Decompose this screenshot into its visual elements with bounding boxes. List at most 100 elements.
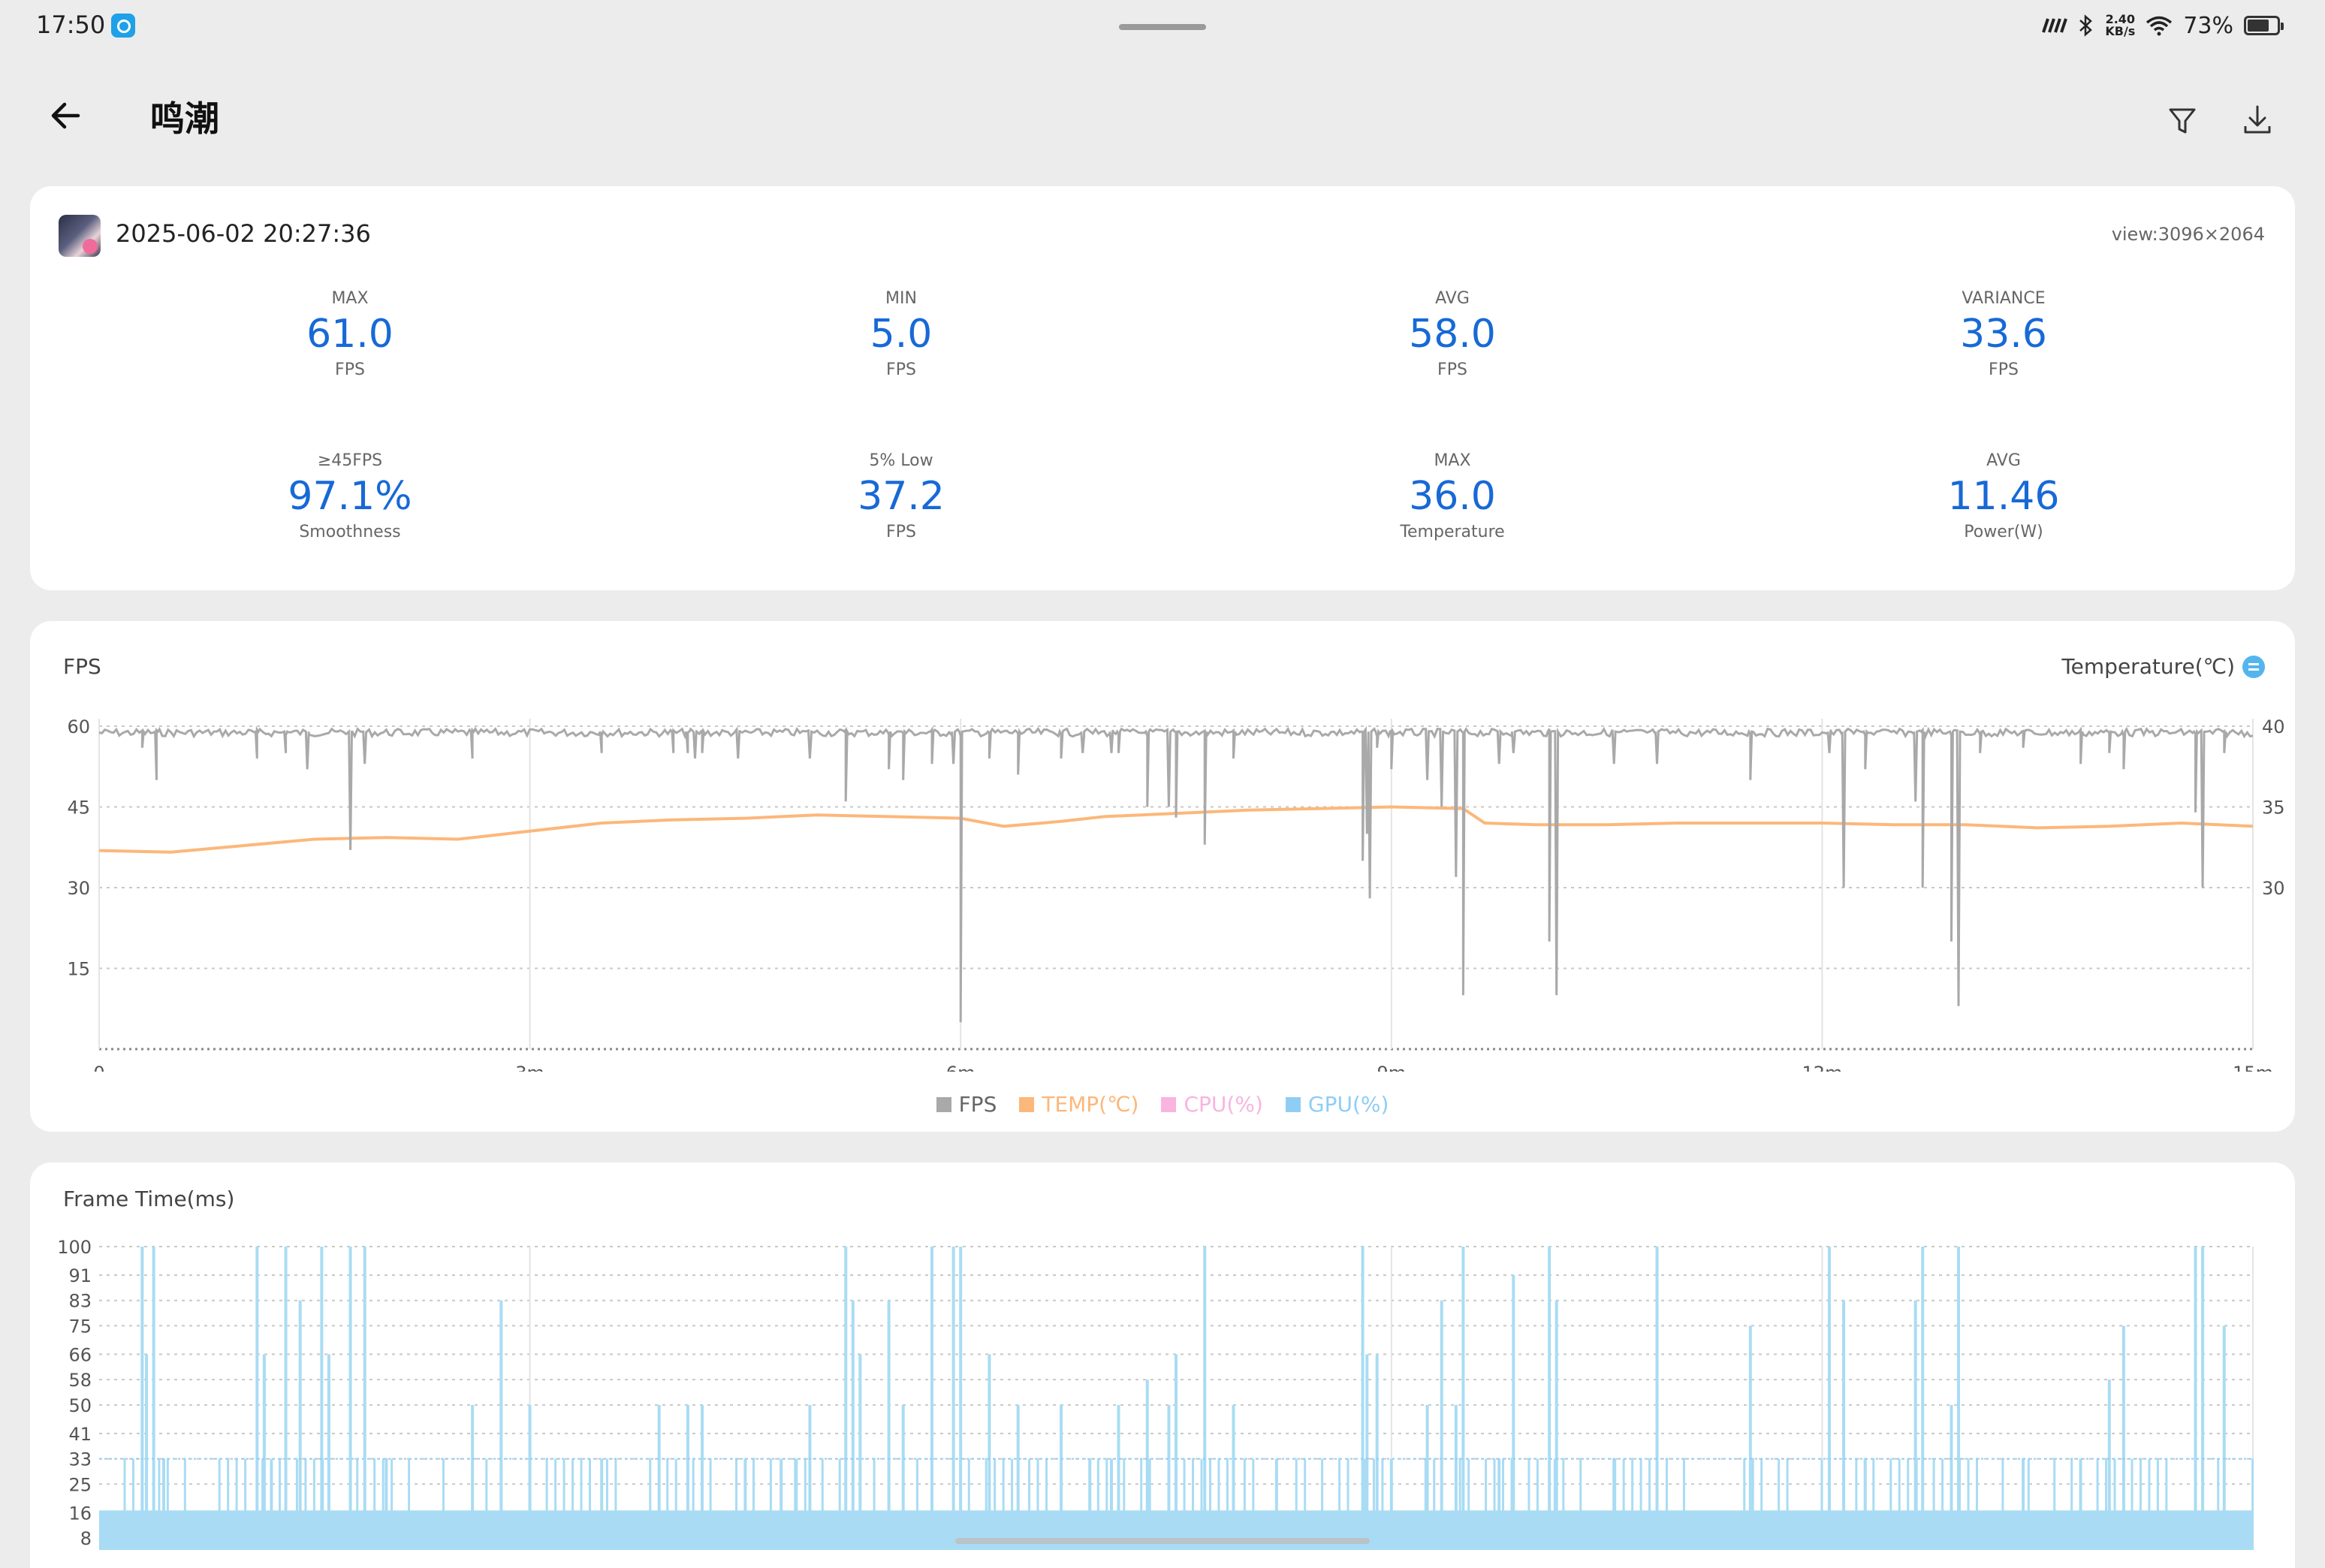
- drag-handle[interactable]: [1119, 24, 1206, 30]
- x-tick-label: 3m: [515, 1063, 544, 1072]
- frame-time-spike: [528, 1404, 532, 1550]
- stat-max-temperature: MAX 36.0 Temperature: [1317, 451, 1588, 544]
- frame-time-bar: [2001, 1458, 2004, 1550]
- home-indicator[interactable]: [955, 1538, 1370, 1544]
- y-tick-label: 15: [67, 959, 90, 980]
- frame-time-bar: [1372, 1458, 1375, 1550]
- frame-time-bar: [391, 1458, 394, 1550]
- stat-unit: Temperature: [1400, 523, 1505, 541]
- frame-time-spike: [743, 1458, 747, 1550]
- stat-variance: VARIANCE 33.6 FPS: [1868, 288, 2139, 381]
- legend-label: CPU(%): [1184, 1092, 1263, 1117]
- x-tick-label: 9m: [1377, 1063, 1406, 1072]
- net-speed: 2.40 KB/s: [2105, 14, 2135, 38]
- frame-time-bar: [804, 1458, 807, 1550]
- x-tick-label: 12m: [1802, 1063, 1842, 1072]
- frame-time-bar: [356, 1458, 359, 1550]
- download-icon[interactable]: [2236, 99, 2278, 141]
- frame-time-spike: [298, 1300, 302, 1550]
- frame-time-bar: [692, 1458, 695, 1550]
- frame-time-bar: [735, 1458, 738, 1550]
- back-arrow-icon[interactable]: [45, 93, 90, 138]
- net-speed-unit: KB/s: [2105, 24, 2136, 38]
- frame-time-bar: [1743, 1458, 1746, 1550]
- frame-time-bar: [1665, 1458, 1668, 1550]
- frame-time-bar: [1562, 1458, 1565, 1550]
- stat-label: AVG: [1435, 289, 1470, 308]
- frame-time-bar: [2105, 1458, 2108, 1550]
- frame-time-bar: [985, 1458, 988, 1550]
- y2-tick-label: 40: [2262, 716, 2285, 737]
- frame-time-bar: [2053, 1458, 2056, 1550]
- frame-time-bar: [649, 1458, 652, 1550]
- frame-time-spike: [959, 1247, 963, 1550]
- frame-time-bar: [1226, 1458, 1229, 1550]
- stat-value: 33.6: [1960, 312, 2047, 357]
- frame-time-spike: [1145, 1380, 1149, 1550]
- legend-swatch: [1285, 1096, 1301, 1112]
- frame-time-bar: [1192, 1458, 1195, 1550]
- frame-time-spike: [1921, 1247, 1925, 1550]
- legend-temp[interactable]: TEMP(℃): [1019, 1092, 1138, 1117]
- frame-time-bar: [1485, 1458, 1488, 1550]
- legend-cpu[interactable]: CPU(%): [1161, 1092, 1263, 1117]
- y-tick-label: 91: [68, 1265, 92, 1286]
- battery-icon: [2244, 16, 2284, 35]
- frame-time-spike: [270, 1458, 273, 1550]
- page-header: 鸣潮: [0, 83, 2325, 150]
- frame-time-bar: [1295, 1458, 1298, 1550]
- frame-time-bar: [1252, 1458, 1255, 1550]
- frame-time-spike: [780, 1458, 783, 1550]
- frame-time-spike: [1548, 1247, 1552, 1550]
- frame-time-bar: [1682, 1458, 1685, 1550]
- frame-time-spike: [794, 1458, 798, 1550]
- frame-time-bar: [1028, 1458, 1031, 1550]
- frame-time-spike: [1389, 1458, 1393, 1550]
- legend-label: TEMP(℃): [1042, 1092, 1139, 1117]
- frame-time-bar: [1872, 1458, 1875, 1550]
- stat-value: 5.0: [870, 312, 933, 357]
- frame-time-bar: [1631, 1458, 1634, 1550]
- frame-time-spike: [686, 1404, 689, 1550]
- frame-time-bar: [1778, 1458, 1781, 1550]
- stat-label: MIN: [885, 289, 917, 308]
- frame-time-spike: [1950, 1404, 1953, 1550]
- frame-time-bar: [2165, 1458, 2168, 1550]
- frame-time-bar: [1932, 1458, 1935, 1550]
- frame-time-bar: [821, 1458, 824, 1550]
- frame-time-bar: [373, 1458, 376, 1550]
- stat-unit: FPS: [886, 523, 916, 541]
- y-tick-label: 83: [68, 1291, 92, 1312]
- frame-time-bar: [1941, 1458, 1944, 1550]
- frame-time-bar: [279, 1458, 281, 1550]
- frame-time-bar: [1321, 1458, 1324, 1550]
- x-tick-label: 6m: [946, 1063, 976, 1072]
- stat-max-fps: MAX 61.0 FPS: [215, 288, 485, 381]
- frame-time-bar: [1855, 1458, 1858, 1550]
- fps-chart-card: FPS Temperature(℃) 1530456030354003m6m9m…: [30, 621, 2295, 1132]
- wifi-icon: [2146, 16, 2173, 36]
- stat-value: 58.0: [1409, 312, 1496, 357]
- chart-legend: FPS TEMP(℃) CPU(%) GPU(%): [30, 1092, 2295, 1117]
- y-tick-label: 33: [68, 1449, 92, 1470]
- y-tick-label: 8: [80, 1528, 92, 1549]
- view-resolution: view:3096×2064: [2111, 224, 2265, 245]
- legend-fps[interactable]: FPS: [936, 1092, 997, 1117]
- series-fps-line: [98, 725, 2254, 1023]
- frame-time-spike: [152, 1247, 155, 1550]
- frame-time-spike: [1655, 1247, 1659, 1550]
- y-tick-label: 25: [68, 1474, 92, 1495]
- frame-time-bar: [1304, 1458, 1307, 1550]
- y-tick-label: 58: [68, 1370, 92, 1391]
- stat-label: ≥45FPS: [317, 451, 383, 470]
- frame-time-bar: [131, 1458, 134, 1550]
- frame-time-bar: [1458, 1458, 1461, 1550]
- stat-smoothness: ≥45FPS 97.1% Smoothness: [215, 451, 485, 544]
- frame-time-spike: [327, 1354, 330, 1550]
- frame-time-bar: [1105, 1458, 1108, 1550]
- filter-icon[interactable]: [2161, 99, 2203, 141]
- session-date: 2025-06-02 20:27:36: [116, 219, 371, 248]
- legend-gpu[interactable]: GPU(%): [1285, 1092, 1389, 1117]
- y-tick-label: 45: [67, 798, 90, 819]
- frame-time-bar: [1338, 1458, 1341, 1550]
